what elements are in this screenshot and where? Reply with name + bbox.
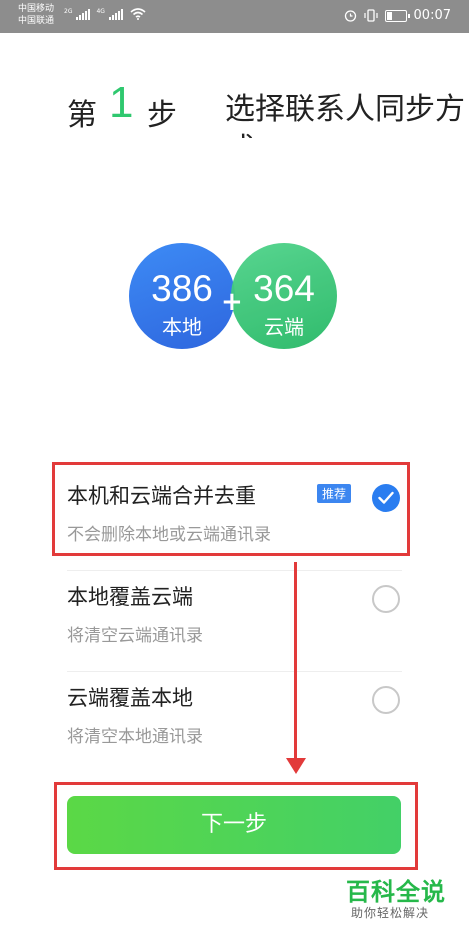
battery-icon bbox=[384, 9, 410, 22]
sim2-network-type: 4G bbox=[96, 8, 105, 15]
signal-icon bbox=[76, 8, 91, 20]
status-right: 00:07 bbox=[344, 8, 451, 23]
cloud-label: 云端 bbox=[264, 315, 304, 339]
wifi-icon bbox=[130, 8, 146, 20]
status-bar: 中国移动 中国联通 2G 4G 00:07 bbox=[0, 0, 469, 33]
clock: 00:07 bbox=[413, 8, 451, 23]
vibrate-icon bbox=[363, 9, 378, 22]
option-local-overwrite-cloud[interactable]: 本地覆盖云端 将清空云端通讯录 bbox=[67, 571, 402, 672]
plus-icon: + bbox=[221, 287, 243, 317]
step-suffix: 步 bbox=[147, 98, 177, 133]
local-count: 386 bbox=[151, 268, 213, 309]
step-description: 选择联系人同步方式 bbox=[225, 92, 465, 138]
highlight-box-button bbox=[54, 782, 418, 870]
sim1-network-type: 2G bbox=[64, 8, 73, 15]
network-icons: 2G 4G bbox=[64, 8, 146, 20]
carrier-2: 中国联通 bbox=[18, 16, 55, 26]
radio-unchecked-icon[interactable] bbox=[372, 686, 400, 714]
highlight-box-option bbox=[52, 462, 410, 556]
cloud-count: 364 bbox=[253, 268, 315, 309]
alarm-icon bbox=[344, 10, 356, 22]
signal-icon bbox=[108, 8, 123, 20]
page-title: 第 1 步 选择联系人同步方式 bbox=[67, 78, 469, 138]
step-prefix: 第 bbox=[67, 98, 97, 133]
watermark-subtitle: 助你轻松解决 bbox=[351, 906, 430, 920]
carrier-1: 中国移动 bbox=[18, 4, 55, 14]
option-subtitle: 将清空云端通讯录 bbox=[67, 626, 203, 646]
annotation-arrow-line bbox=[294, 562, 297, 762]
option-cloud-overwrite-local[interactable]: 云端覆盖本地 将清空本地通讯录 bbox=[67, 672, 402, 772]
local-label: 本地 bbox=[162, 315, 202, 339]
option-subtitle: 将清空本地通讯录 bbox=[67, 727, 203, 747]
carrier-info: 中国移动 中国联通 bbox=[18, 3, 54, 27]
radio-unchecked-icon[interactable] bbox=[372, 585, 400, 613]
option-title: 云端覆盖本地 bbox=[67, 686, 193, 710]
watermark-title: 百科全说 bbox=[346, 878, 446, 906]
annotation-arrow-head bbox=[286, 758, 306, 774]
step-number: 1 bbox=[109, 78, 134, 127]
option-title: 本地覆盖云端 bbox=[67, 585, 193, 609]
cloud-contacts-circle: 364 云端 bbox=[231, 243, 337, 349]
local-contacts-circle: 386 本地 bbox=[129, 243, 235, 349]
